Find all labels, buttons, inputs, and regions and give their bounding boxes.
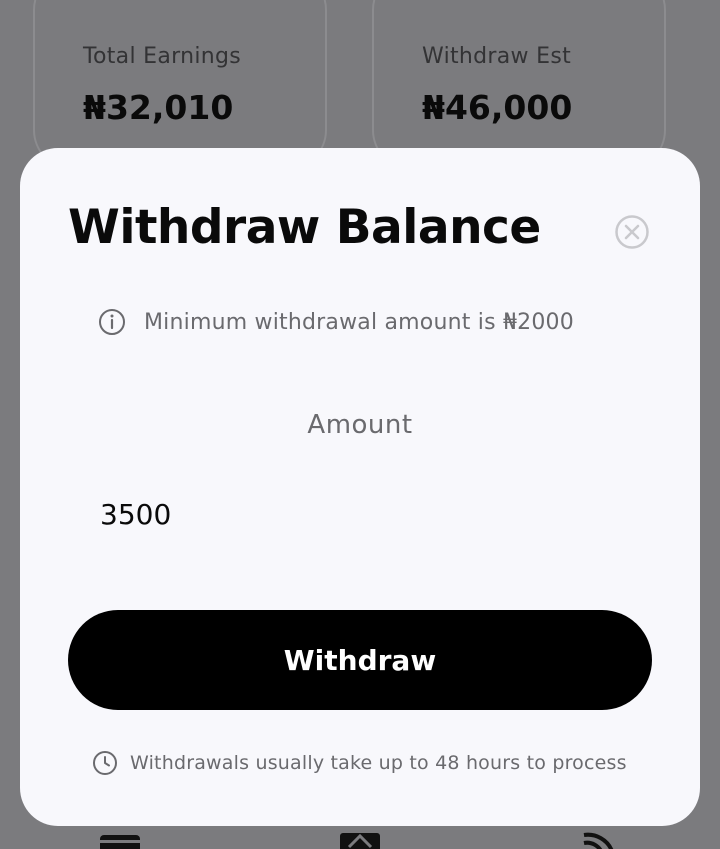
withdraw-button[interactable]: Withdraw <box>68 610 652 710</box>
info-icon <box>99 309 125 335</box>
close-icon[interactable] <box>614 214 650 250</box>
amount-input[interactable] <box>90 486 630 542</box>
processing-time-note: Withdrawals usually take up to 48 hours … <box>92 750 627 776</box>
minimum-withdrawal-note: Minimum withdrawal amount is ₦2000 <box>98 308 574 336</box>
withdraw-est-label: Withdraw Est <box>422 44 572 69</box>
modal-title: Withdraw Balance <box>68 200 541 255</box>
withdraw-modal: Withdraw Balance Minimum withdrawal amou… <box>20 148 700 826</box>
withdraw-est-value: ₦46,000 <box>422 88 573 127</box>
total-earnings-label: Total Earnings <box>83 44 242 69</box>
clock-icon <box>93 751 117 775</box>
minimum-withdrawal-text: Minimum withdrawal amount is ₦2000 <box>144 309 574 335</box>
total-earnings-value: ₦32,010 <box>83 88 234 127</box>
amount-label: Amount <box>307 410 413 440</box>
processing-time-text: Withdrawals usually take up to 48 hours … <box>130 752 627 774</box>
total-earnings-card: Total Earnings ₦32,010 <box>33 0 327 170</box>
withdraw-est-card: Withdraw Est ₦46,000 <box>372 0 666 170</box>
wallet-icon[interactable] <box>99 831 141 849</box>
bottom-nav <box>0 825 720 849</box>
feed-icon[interactable] <box>580 831 622 849</box>
stats-icon[interactable] <box>339 831 381 849</box>
